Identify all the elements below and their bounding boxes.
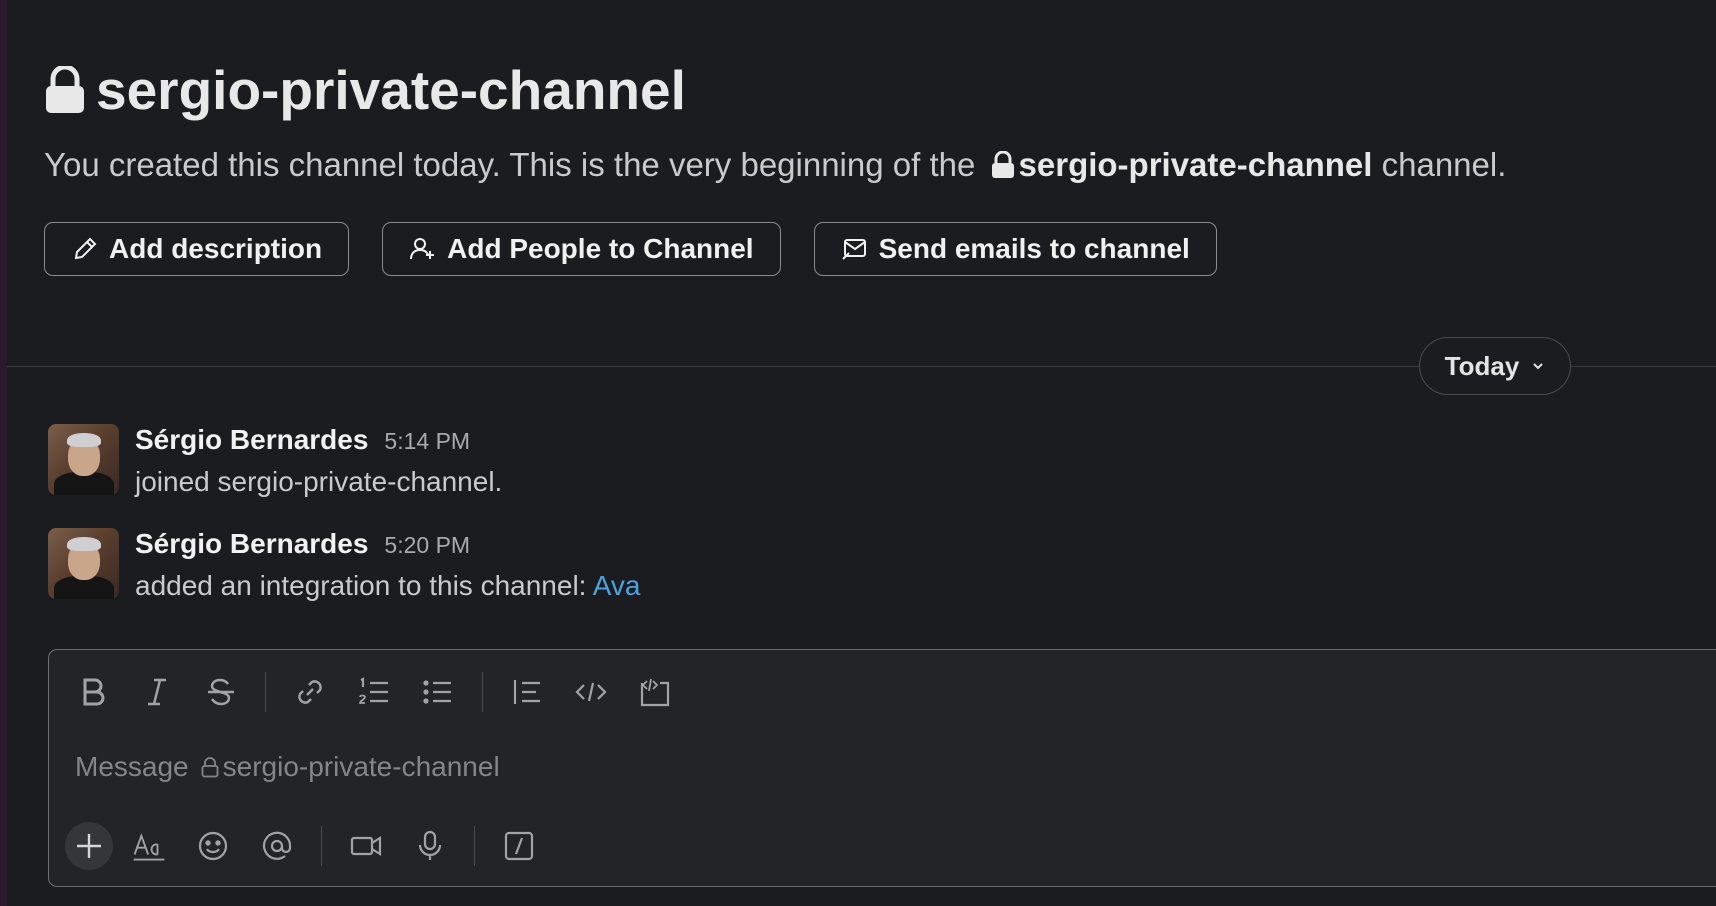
microphone-icon[interactable]	[410, 826, 450, 866]
slash-command-icon[interactable]	[499, 826, 539, 866]
plus-icon[interactable]	[65, 822, 113, 870]
email-channel-icon	[841, 239, 866, 260]
add-person-icon	[410, 238, 435, 260]
avatar[interactable]	[48, 528, 119, 599]
code-icon[interactable]	[571, 672, 611, 712]
ordered-list-icon[interactable]	[354, 672, 394, 712]
bold-icon[interactable]	[73, 672, 113, 712]
bulleted-list-icon[interactable]	[418, 672, 458, 712]
message-timestamp[interactable]: 5:14 PM	[384, 428, 470, 455]
message-author[interactable]: Sérgio Bernardes	[135, 424, 368, 456]
message-item: Sérgio Bernardes 5:20 PM added an integr…	[48, 528, 640, 602]
message-input[interactable]: Message sergio-private-channel	[75, 751, 500, 783]
channel-name-inline[interactable]: sergio-private-channel	[1019, 146, 1373, 183]
code-block-icon[interactable]	[635, 672, 675, 712]
date-divider-button[interactable]: Today	[1419, 337, 1571, 395]
italic-icon[interactable]	[137, 672, 177, 712]
message-timestamp[interactable]: 5:20 PM	[384, 532, 470, 559]
add-description-button[interactable]: Add description	[44, 222, 350, 276]
toolbar-divider	[265, 672, 266, 712]
strikethrough-icon[interactable]	[201, 672, 241, 712]
lock-icon	[991, 151, 1014, 178]
toolbar-divider	[474, 826, 475, 866]
toolbar-divider	[482, 672, 483, 712]
toolbar-divider	[321, 826, 322, 866]
channel-actions: Add description Add People to Channel Se…	[44, 222, 1217, 276]
formatting-icon[interactable]	[129, 826, 169, 866]
composer-actions	[65, 822, 563, 870]
channel-intro-text: You created this channel today. This is …	[44, 146, 1507, 183]
integration-link[interactable]: Ava	[593, 570, 641, 601]
channel-intro: sergio-private-channel You created this …	[44, 54, 1716, 184]
send-emails-button[interactable]: Send emails to channel	[813, 222, 1217, 276]
pencil-icon	[74, 237, 97, 260]
add-people-button[interactable]: Add People to Channel	[382, 222, 781, 276]
message-content: Sérgio Bernardes 5:20 PM added an integr…	[135, 528, 640, 602]
lock-icon	[46, 66, 84, 113]
avatar[interactable]	[48, 424, 119, 495]
mention-icon[interactable]	[257, 826, 297, 866]
lock-icon	[201, 757, 219, 778]
emoji-icon[interactable]	[193, 826, 233, 866]
channel-title: sergio-private-channel	[44, 54, 1716, 126]
video-icon[interactable]	[346, 826, 386, 866]
message-text: added an integration to this channel: Av…	[135, 570, 641, 601]
message-text: joined sergio-private-channel.	[135, 466, 503, 497]
formatting-toolbar	[73, 672, 699, 712]
workspace-edge	[0, 0, 7, 906]
blockquote-icon[interactable]	[507, 672, 547, 712]
link-icon[interactable]	[290, 672, 330, 712]
channel-name: sergio-private-channel	[96, 59, 686, 121]
message-content: Sérgio Bernardes 5:14 PM joined sergio-p…	[135, 424, 502, 498]
message-item: Sérgio Bernardes 5:14 PM joined sergio-p…	[48, 424, 502, 498]
message-author[interactable]: Sérgio Bernardes	[135, 528, 368, 560]
message-composer: Message sergio-private-channel	[48, 649, 1716, 887]
chevron-down-icon	[1533, 363, 1544, 370]
